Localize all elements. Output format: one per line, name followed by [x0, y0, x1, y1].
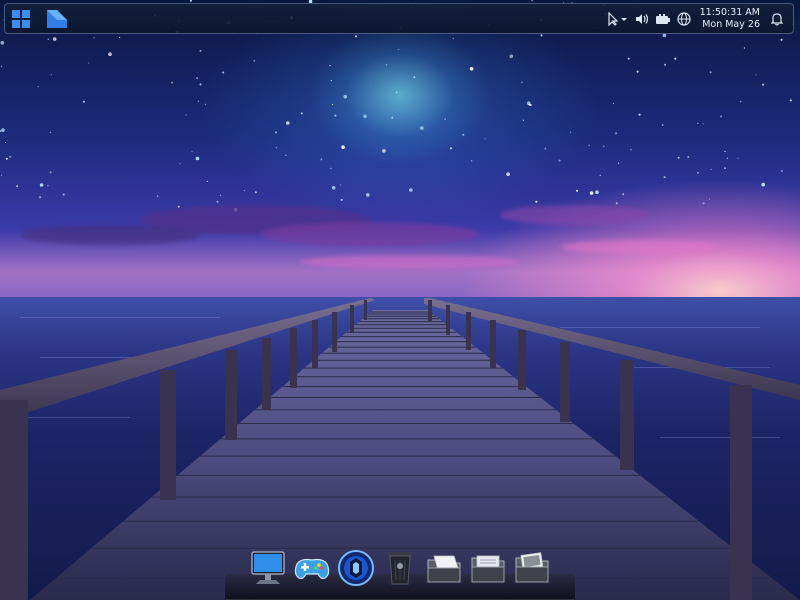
gamepad-icon — [294, 558, 330, 580]
dock-item-computer[interactable] — [247, 546, 289, 590]
computer-monitor-icon — [251, 551, 285, 584]
trash-can-icon — [389, 552, 411, 585]
network-button[interactable] — [677, 8, 691, 30]
volume-icon — [635, 13, 648, 24]
clock-date: Mon May 26 — [702, 18, 760, 30]
dock-item-trash[interactable] — [379, 546, 421, 590]
clock[interactable]: 11:50:31 AM Mon May 26 — [700, 7, 760, 31]
dock-item-documents[interactable] — [467, 546, 509, 590]
dock-item-browser[interactable] — [335, 546, 377, 590]
app-launcher-icon — [47, 9, 67, 28]
globe-orb-icon — [338, 550, 374, 586]
network-globe-icon — [677, 11, 691, 26]
battery-icon — [655, 13, 670, 24]
start-button[interactable] — [7, 5, 35, 33]
dock — [225, 546, 575, 600]
system-tray: 11:50:31 AM Mon May 26 — [604, 4, 793, 33]
dock-item-pictures[interactable] — [511, 546, 553, 590]
desktop-wallpaper — [0, 0, 800, 600]
documents-folder-icon — [471, 555, 505, 583]
cursor-icon — [608, 11, 627, 26]
clock-time: 11:50:31 AM — [699, 6, 760, 18]
wooden-pier — [0, 298, 800, 600]
volume-button[interactable] — [635, 8, 649, 30]
battery-button[interactable] — [655, 8, 671, 30]
dock-item-mail[interactable] — [423, 546, 465, 590]
dock-item-games[interactable] — [291, 546, 333, 590]
windows-start-icon — [12, 9, 30, 28]
cursor-button[interactable] — [607, 8, 629, 30]
notification-bell-icon — [771, 12, 783, 26]
top-panel: 11:50:31 AM Mon May 26 — [4, 3, 794, 34]
app-launcher-button[interactable] — [43, 5, 71, 33]
notifications-button[interactable] — [771, 8, 783, 30]
mail-folder-icon — [427, 555, 461, 583]
pictures-folder-icon — [515, 552, 549, 583]
